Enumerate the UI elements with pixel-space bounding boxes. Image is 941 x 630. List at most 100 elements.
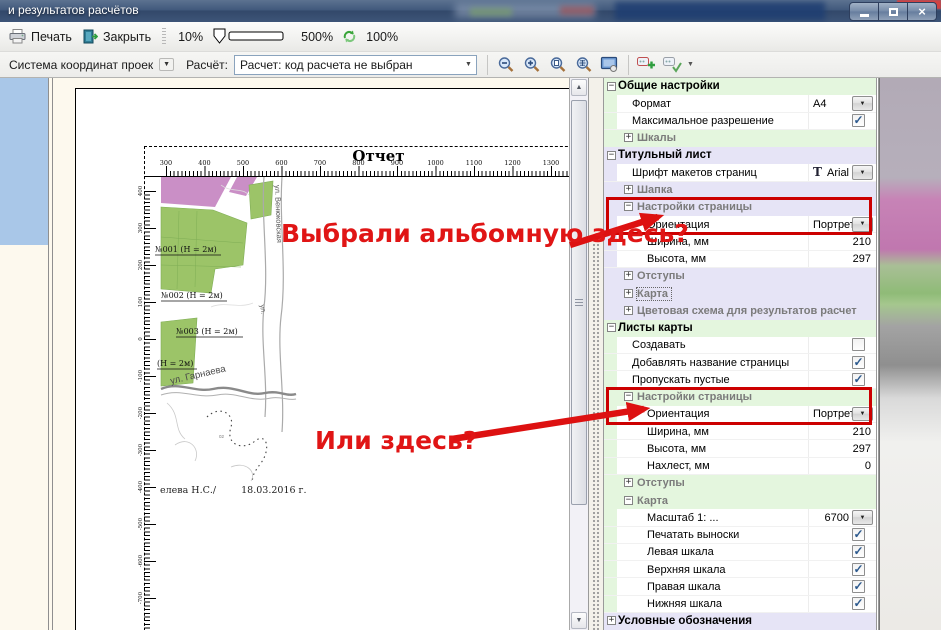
scroll-down-button[interactable]: ▼ — [571, 612, 587, 629]
property-row[interactable]: Правая шкала✓ — [604, 578, 876, 595]
minimize-button[interactable] — [849, 2, 879, 21]
dropdown-button[interactable]: ▼ — [852, 96, 873, 111]
checkbox[interactable]: ✓ — [852, 563, 865, 576]
property-row[interactable]: Нижняя шкала✓ — [604, 596, 876, 613]
property-row[interactable]: +Отступы — [604, 268, 876, 285]
collapse-icon[interactable]: − — [624, 202, 633, 211]
left-pages-strip[interactable] — [0, 78, 48, 246]
fit-screen-button[interactable] — [598, 54, 622, 75]
property-row[interactable]: ФорматA4▼ — [604, 95, 876, 112]
dropdown-button[interactable]: ▼ — [852, 165, 873, 180]
property-row[interactable]: Нахлест, мм0 — [604, 458, 876, 475]
checkbox[interactable]: ✓ — [852, 114, 865, 127]
collapse-icon[interactable]: − — [607, 82, 616, 91]
checkbox[interactable]: ✓ — [852, 356, 865, 369]
close-button[interactable]: × — [907, 2, 937, 21]
property-row[interactable]: Создавать — [604, 337, 876, 354]
property-row[interactable]: Высота, мм297 — [604, 440, 876, 457]
collapse-icon[interactable]: − — [607, 151, 616, 160]
expand-icon[interactable]: + — [624, 133, 633, 142]
coordinate-system-combo[interactable]: Система координат проек ▼ — [4, 55, 176, 75]
expand-icon[interactable]: + — [624, 289, 633, 298]
preview-scrollbar[interactable]: ▲ ▼ — [569, 78, 588, 630]
calculation-label: Расчёт: — [186, 58, 228, 72]
property-row[interactable]: Печатать выноски✓ — [604, 527, 876, 544]
print-button[interactable]: Печать — [4, 26, 77, 47]
expand-icon[interactable]: + — [624, 306, 633, 315]
property-row[interactable]: ОриентацияПортретн▼ — [604, 216, 876, 233]
checkbox[interactable]: ✓ — [852, 545, 865, 558]
property-row[interactable]: −Настройки страницы — [604, 199, 876, 216]
property-row[interactable]: −Титульный лист — [604, 147, 876, 164]
calculation-value: Расчет: код расчета не выбран — [235, 58, 461, 72]
collapse-icon[interactable]: − — [607, 323, 616, 332]
checkbox[interactable]: ✓ — [852, 373, 865, 386]
property-row[interactable]: Верхняя шкала✓ — [604, 561, 876, 578]
dropdown-button[interactable]: ▼ — [852, 407, 873, 422]
parcel-label: №003 (Н = 2м) — [176, 327, 238, 336]
property-label: Карта — [637, 288, 671, 300]
property-row[interactable]: −Карта — [604, 492, 876, 509]
property-label: Отступы — [637, 477, 876, 489]
group-gutter — [604, 509, 617, 525]
dropdown-button[interactable]: ▼ — [852, 510, 873, 525]
zoom-in-button[interactable] — [520, 54, 544, 75]
zoom-out-button[interactable] — [494, 54, 518, 75]
property-row[interactable]: +Условные обозначения — [604, 613, 876, 630]
checkbox[interactable]: ✓ — [852, 528, 865, 541]
close-preview-button[interactable]: Закрыть — [77, 26, 156, 47]
checkbox[interactable]: ✓ — [852, 580, 865, 593]
dropdown-button[interactable]: ▼ — [852, 217, 873, 232]
calculation-combo[interactable]: Расчет: код расчета не выбран ▼ — [234, 55, 477, 75]
expand-icon[interactable]: + — [624, 271, 633, 280]
property-row[interactable]: −Настройки страницы — [604, 389, 876, 406]
top-ruler-ticks — [144, 166, 613, 177]
slider-thumb[interactable] — [214, 29, 225, 43]
property-label: Титульный лист — [618, 149, 876, 161]
zoom-extent-icon — [575, 56, 593, 74]
zoom-slider[interactable] — [213, 28, 291, 45]
property-row[interactable]: Шрифт макетов страницTArial▼ — [604, 164, 876, 181]
property-row[interactable]: Ширина, мм210 — [604, 233, 876, 250]
maximize-button[interactable] — [878, 2, 908, 21]
add-callout-button[interactable] — [635, 54, 659, 75]
scroll-up-button[interactable]: ▲ — [571, 79, 587, 96]
scrollbar-thumb[interactable] — [571, 100, 587, 505]
property-row[interactable]: Левая шкала✓ — [604, 544, 876, 561]
property-row[interactable]: Максимальное разрешение✓ — [604, 113, 876, 130]
panel-splitter[interactable] — [588, 78, 604, 630]
expand-icon[interactable]: + — [624, 478, 633, 487]
property-row[interactable]: −Общие настройки — [604, 78, 876, 95]
property-row[interactable]: +Шапка — [604, 182, 876, 199]
expand-icon[interactable]: + — [607, 616, 616, 625]
property-row[interactable]: Ширина, мм210 — [604, 423, 876, 440]
property-row[interactable]: + Отступы — [604, 475, 876, 492]
callout-options-button[interactable] — [661, 54, 685, 75]
zoom-page-button[interactable] — [546, 54, 570, 75]
page-preview-area[interactable]: Отчет 3004005006007008009001000110012001… — [53, 78, 622, 630]
collapse-icon[interactable]: − — [624, 392, 633, 401]
properties-panel: −Общие настройкиФорматA4▼Максимальное ра… — [604, 78, 876, 630]
chevron-down-icon: ▼ — [461, 61, 476, 68]
callout-check-icon — [662, 56, 683, 74]
refresh-zoom-icon[interactable] — [342, 29, 357, 44]
ruler-label: 1200 — [504, 159, 521, 167]
checkbox[interactable] — [852, 338, 865, 351]
property-row[interactable]: + Карта — [604, 285, 876, 302]
property-row[interactable]: + Шкалы — [604, 130, 876, 147]
property-row[interactable]: +Цветовая схема для результатов расчет — [604, 302, 876, 319]
property-row[interactable]: Масштаб 1: ...6700▼ — [604, 509, 876, 526]
property-row[interactable]: Высота, мм297 — [604, 251, 876, 268]
property-row[interactable]: −Листы карты — [604, 320, 876, 337]
property-row[interactable]: ОриентацияПортретн▼ — [604, 406, 876, 423]
expand-icon[interactable]: + — [624, 185, 633, 194]
collapse-icon[interactable]: − — [624, 496, 633, 505]
chevron-down-icon[interactable]: ▼ — [687, 61, 694, 68]
group-gutter — [604, 406, 617, 422]
checkbox[interactable]: ✓ — [852, 597, 865, 610]
property-row[interactable]: Добавлять название страницы✓ — [604, 354, 876, 371]
ruler-label: -700 — [138, 585, 144, 611]
property-row[interactable]: Пропускать пустые✓ — [604, 371, 876, 388]
zoom-extent-button[interactable] — [572, 54, 596, 75]
property-label: Шкалы — [637, 132, 876, 144]
